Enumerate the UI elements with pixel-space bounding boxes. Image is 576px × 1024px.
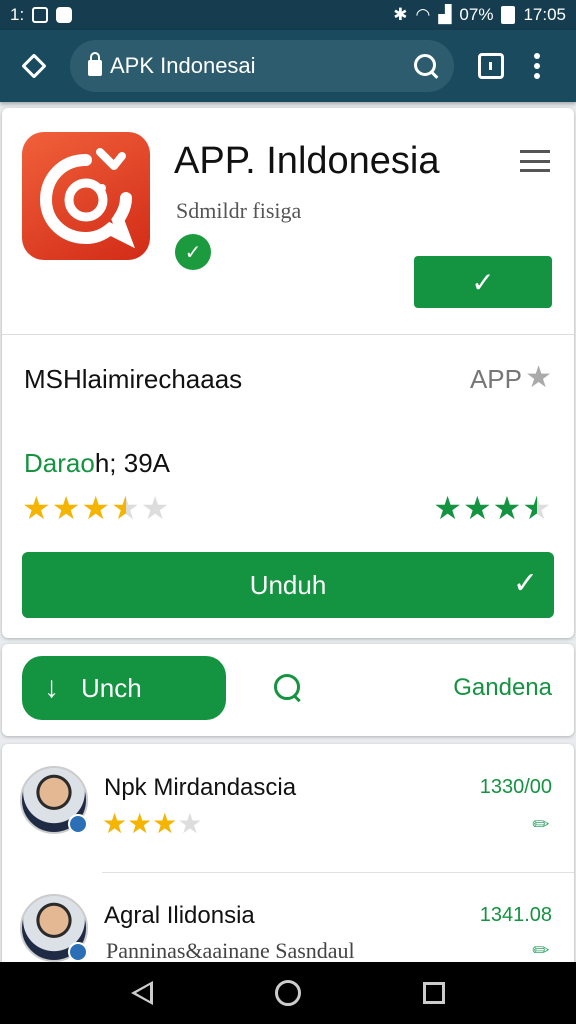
battery-icon — [501, 6, 516, 24]
hamburger-menu-icon[interactable] — [520, 150, 550, 172]
back-icon[interactable] — [131, 981, 153, 1005]
url-text: APK Indonesai — [110, 53, 256, 78]
download-arrow-icon: ↓ — [44, 671, 59, 704]
edit-pen-icon[interactable]: ✎ — [527, 810, 557, 840]
size-info: Daraoh; 39A — [24, 448, 170, 479]
avatar — [20, 766, 88, 834]
bluetooth-icon: ✱ — [393, 5, 408, 24]
check-icon: ✓ — [512, 567, 538, 600]
app-tag: APP — [469, 364, 522, 394]
search-icon[interactable] — [412, 52, 440, 80]
size-value: h; 39A — [94, 448, 170, 478]
reviewer-name: Agral Ilidonsia — [104, 902, 255, 929]
green-rating-stars: ★★★★ — [433, 490, 552, 526]
unch-button[interactable]: ↓ Unch — [22, 656, 226, 720]
unch-label: Unch — [81, 672, 142, 703]
app-notification-icon — [56, 7, 73, 23]
app-logo — [22, 132, 150, 260]
divider — [102, 872, 574, 873]
download-label: Unduh — [249, 569, 327, 600]
signal-icon: ▟ — [438, 5, 452, 24]
app-subtitle: Sdmildr fisiga — [176, 198, 302, 223]
size-label: Darao — [24, 448, 95, 478]
url-bar[interactable]: APK Indonesai — [70, 40, 454, 92]
reviews-card: Npk Mirdandascia 1330/00 ★★★★ ✎ Agral Il… — [2, 744, 574, 974]
check-icon: ✓ — [471, 266, 495, 298]
app-title: APP. Inldonesia — [174, 140, 440, 182]
avatar — [20, 894, 88, 962]
notification-icon — [32, 7, 49, 23]
home-diamond-icon[interactable] — [14, 46, 54, 86]
wifi-icon: ◠ — [415, 5, 431, 24]
system-nav-bar — [0, 962, 576, 1024]
overflow-menu-icon[interactable] — [534, 53, 540, 79]
install-button[interactable]: ✓ — [414, 256, 552, 308]
review-stars: ★★★★ — [102, 808, 203, 839]
zoom-search-icon[interactable] — [272, 672, 302, 702]
status-time-left: 1: — [10, 5, 25, 24]
divider — [2, 334, 574, 335]
rating-stars: ★★★★★ — [22, 490, 171, 526]
developer-name: MSHlaimirechaaas — [24, 364, 243, 394]
action-card: ↓ Unch Gandena — [2, 644, 574, 736]
review-meta: 1330/00 — [479, 776, 552, 798]
review-text: Panninas&aainane Sasndaul — [106, 938, 355, 963]
battery-percent: 07% — [459, 5, 494, 24]
app-info-card: APP. Inldonesia Sdmildr fisiga ✓ ✓ MSHla… — [2, 108, 574, 638]
tab-switcher-icon[interactable] — [478, 53, 504, 79]
edit-pen-icon[interactable]: ✎ — [527, 936, 557, 966]
gandena-link[interactable]: Gandena — [453, 674, 552, 702]
reviewer-name: Npk Mirdandascia — [104, 774, 297, 801]
review-meta: 1341.08 — [479, 904, 552, 926]
status-bar: 1: ✱ ◠ ▟ 07% 17:05 — [0, 0, 576, 30]
home-icon[interactable] — [275, 980, 301, 1006]
lock-icon — [88, 52, 102, 76]
recent-apps-icon[interactable] — [423, 982, 445, 1004]
status-clock: 17:05 — [523, 5, 566, 24]
download-button[interactable]: Unduh ✓ — [22, 552, 554, 618]
browser-toolbar: APK Indonesai — [0, 30, 576, 102]
favorite-star-icon[interactable]: ★ — [525, 360, 552, 395]
verified-icon: ✓ — [175, 234, 211, 270]
